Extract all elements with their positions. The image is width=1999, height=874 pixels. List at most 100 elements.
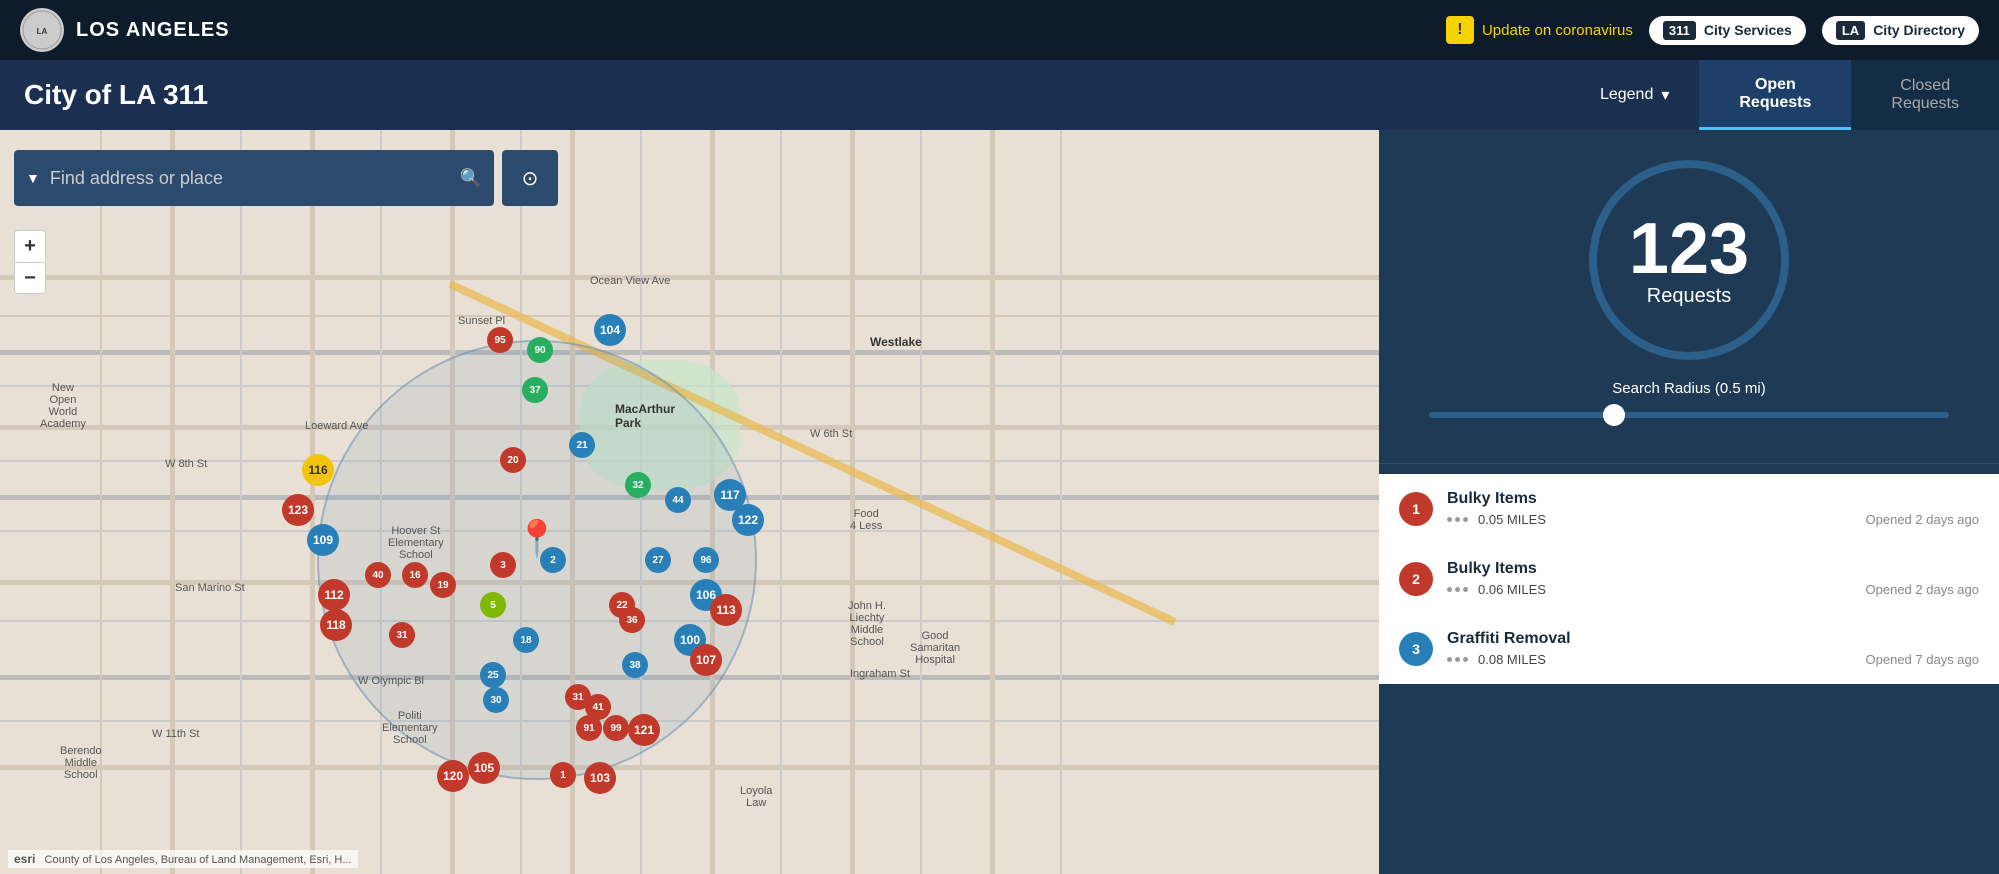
requests-circle: 123 Requests <box>1589 160 1789 360</box>
map-pin-p39[interactable]: 121 <box>628 714 660 746</box>
city-directory-button[interactable]: LA City Directory <box>1822 16 1979 45</box>
zoom-out-button[interactable]: − <box>14 262 46 294</box>
city-name: LOS ANGELES <box>76 19 230 42</box>
request-list-item[interactable]: 2 Bulky Items 0.06 MILES Opened 2 days a… <box>1379 544 1999 614</box>
header-right: ! Update on coronavirus 311 City Service… <box>1446 16 1979 45</box>
map-pin-p19[interactable]: 16 <box>402 562 428 588</box>
zoom-controls: + − <box>14 230 46 294</box>
subheader: City of LA 311 Legend ▾ OpenRequests Clo… <box>0 60 1999 130</box>
request-title: Bulky Items <box>1447 560 1979 578</box>
request-title: Bulky Items <box>1447 490 1979 508</box>
request-info: Bulky Items 0.06 MILES Opened 2 days ago <box>1447 560 1979 597</box>
map-pin-p5[interactable]: 20 <box>500 447 526 473</box>
map-pin-p14[interactable]: 2 <box>540 547 566 573</box>
city-services-button[interactable]: 311 City Services <box>1649 16 1806 45</box>
slider-section: Search Radius (0.5 mi) <box>1399 380 1979 423</box>
legend-chevron-icon: ▾ <box>1661 85 1669 105</box>
map-pin-p17[interactable]: 96 <box>693 547 719 573</box>
city-services-label: City Services <box>1704 22 1792 38</box>
map-pin-p2[interactable]: 90 <box>527 337 553 363</box>
request-info: Graffiti Removal 0.08 MILES Opened 7 day… <box>1447 630 1979 667</box>
request-title: Graffiti Removal <box>1447 630 1979 648</box>
map-pin-p33[interactable]: 38 <box>622 652 648 678</box>
legend-label: Legend <box>1600 86 1653 104</box>
map-pin-p9[interactable]: 44 <box>665 487 691 513</box>
radius-slider[interactable] <box>1429 412 1949 418</box>
map-pin-p38[interactable]: 99 <box>603 715 629 741</box>
map-pin-p18[interactable]: 40 <box>365 562 391 588</box>
map-pin-p1[interactable]: 95 <box>487 327 513 353</box>
dot <box>1455 587 1460 592</box>
map-pin-p22[interactable]: 5 <box>480 592 506 618</box>
open-requests-tab[interactable]: OpenRequests <box>1699 60 1851 130</box>
dot <box>1455 657 1460 662</box>
city-dir-badge: LA <box>1836 21 1865 40</box>
map-pin-p6[interactable]: 21 <box>569 432 595 458</box>
map-pin-p43[interactable]: 120 <box>437 760 469 792</box>
requests-label: Requests <box>1647 285 1732 308</box>
search-container: ▼ 🔍 ⊙ <box>14 150 558 206</box>
map-pin-p3[interactable]: 104 <box>594 314 626 346</box>
zoom-in-button[interactable]: + <box>14 230 46 262</box>
map-pin-p15[interactable]: 3 <box>490 552 516 578</box>
search-input[interactable] <box>50 168 450 189</box>
map-pin-p40[interactable]: 105 <box>468 752 500 784</box>
logo-area: LA LOS ANGELES <box>20 8 1426 52</box>
map-pin-p21[interactable]: 112 <box>318 579 350 611</box>
map-pin-p41[interactable]: 1 <box>550 762 576 788</box>
search-box[interactable]: ▼ 🔍 <box>14 150 494 206</box>
map-pin-p11[interactable]: 122 <box>732 504 764 536</box>
map-pin-p37[interactable]: 91 <box>576 715 602 741</box>
map-pin-p27[interactable]: 118 <box>320 609 352 641</box>
closed-requests-tab[interactable]: ClosedRequests <box>1851 60 1999 130</box>
header: LA LOS ANGELES ! Update on coronavirus 3… <box>0 0 1999 60</box>
coronavirus-button[interactable]: ! Update on coronavirus <box>1446 16 1633 44</box>
map-area[interactable]: 📍 95901043720211163244117122123109232796… <box>0 130 1379 874</box>
stats-area: 123 Requests Search Radius (0.5 mi) <box>1379 130 1999 453</box>
dot <box>1463 517 1468 522</box>
request-dots <box>1447 517 1468 522</box>
panel-divider <box>1379 463 1999 464</box>
search-dropdown-icon[interactable]: ▼ <box>26 170 40 186</box>
attribution-text: County of Los Angeles, Bureau of Land Ma… <box>45 854 352 866</box>
map-pin-p16[interactable]: 27 <box>645 547 671 573</box>
map-pin-p25[interactable]: 113 <box>710 594 742 626</box>
map-pin-p20[interactable]: 19 <box>430 572 456 598</box>
map-pin-p42[interactable]: 103 <box>584 762 616 794</box>
request-distance: 0.06 MILES <box>1478 582 1546 597</box>
map-pin-p29[interactable]: 18 <box>513 627 539 653</box>
request-badge: 2 <box>1399 562 1433 596</box>
esri-attribution: esri County of Los Angeles, Bureau of La… <box>8 850 358 868</box>
page-title: City of LA 311 <box>24 79 208 111</box>
map-pin-p7[interactable]: 116 <box>302 454 334 486</box>
request-dots <box>1447 587 1468 592</box>
legend-button[interactable]: Legend ▾ <box>1570 60 1699 130</box>
city-services-badge: 311 <box>1663 21 1696 40</box>
main-content: 📍 95901043720211163244117122123109232796… <box>0 130 1999 874</box>
map-pin-p26[interactable]: 36 <box>619 607 645 633</box>
request-info: Bulky Items 0.05 MILES Opened 2 days ago <box>1447 490 1979 527</box>
dot <box>1455 517 1460 522</box>
map-pin-p8[interactable]: 32 <box>625 472 651 498</box>
city-logo: LA <box>20 8 64 52</box>
dot <box>1447 587 1452 592</box>
right-panel: 123 Requests Search Radius (0.5 mi) 1 Bu… <box>1379 130 1999 874</box>
map-pin-p31[interactable]: 107 <box>690 644 722 676</box>
locate-button[interactable]: ⊙ <box>502 150 558 206</box>
map-pin-p28[interactable]: 31 <box>389 622 415 648</box>
slider-label: Search Radius (0.5 mi) <box>1429 380 1949 397</box>
request-badge: 3 <box>1399 632 1433 666</box>
map-pin-p12[interactable]: 123 <box>282 494 314 526</box>
search-icon[interactable]: 🔍 <box>460 168 482 189</box>
dot <box>1447 517 1452 522</box>
map-pin-p4[interactable]: 37 <box>522 377 548 403</box>
corona-alert-text: Update on coronavirus <box>1482 22 1633 39</box>
map-pin-p32[interactable]: 25 <box>480 662 506 688</box>
map-pin-p13[interactable]: 109 <box>307 524 339 556</box>
request-date: Opened 2 days ago <box>1866 512 1979 527</box>
map-pin-p34[interactable]: 30 <box>483 687 509 713</box>
request-list-item[interactable]: 1 Bulky Items 0.05 MILES Opened 2 days a… <box>1379 474 1999 544</box>
request-date: Opened 7 days ago <box>1866 652 1979 667</box>
request-list-item[interactable]: 3 Graffiti Removal 0.08 MILES Opened 7 d… <box>1379 614 1999 684</box>
dot <box>1463 587 1468 592</box>
